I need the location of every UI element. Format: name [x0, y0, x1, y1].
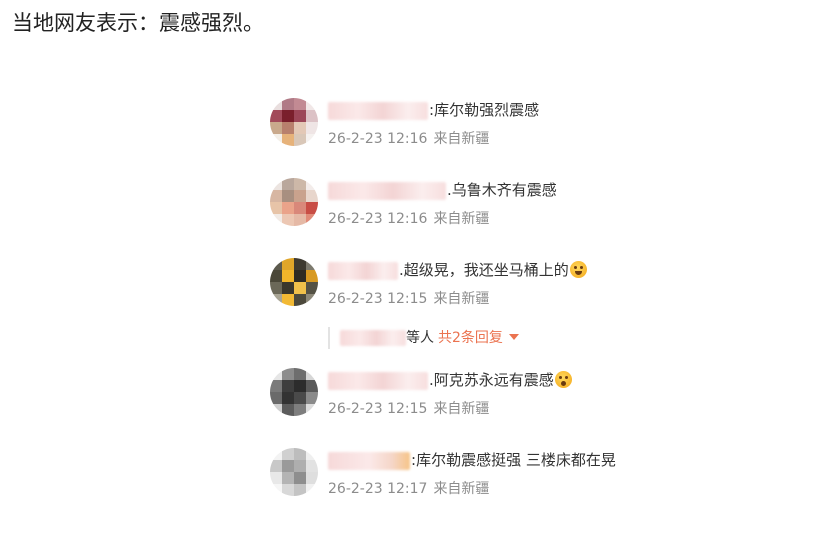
username[interactable] [328, 371, 428, 390]
avatar[interactable] [270, 368, 318, 416]
caret-down-icon[interactable] [508, 334, 519, 340]
username[interactable] [328, 451, 410, 470]
reply-username[interactable] [340, 330, 406, 346]
comment-text: 库尔勒震感挺强 三楼床都在晃 [416, 451, 616, 469]
comment-item: .阿克苏永远有震感 26-2-23 12:15 来自新疆 [270, 365, 830, 445]
comment-time: 26-2-23 12:15 [328, 401, 428, 417]
comment-location: 来自新疆 [433, 481, 490, 497]
avatar[interactable] [270, 98, 318, 146]
avatar[interactable] [270, 448, 318, 496]
article-text: 当地网友表示：震感强烈。 [12, 11, 264, 35]
comment-text: 阿克苏永远有震感 [433, 371, 554, 389]
reply-summary[interactable]: 等人 共2条回复 [328, 327, 519, 349]
comment-time: 26-2-23 12:15 [328, 291, 428, 307]
comment-item: :库尔勒震感挺强 三楼床都在晃 26-2-23 12:17 来自新疆 [270, 445, 830, 525]
username[interactable] [328, 261, 398, 280]
laughing-tears-emoji [569, 261, 587, 278]
comment-item: .乌鲁木齐有震感 26-2-23 12:16 来自新疆 [270, 175, 830, 255]
comment-text: 超级晃，我还坐马桶上的 [403, 261, 569, 279]
comment-time: 26-2-23 12:16 [328, 211, 428, 227]
comment-location: 来自新疆 [433, 211, 490, 227]
comment-time: 26-2-23 12:17 [328, 481, 428, 497]
avatar[interactable] [270, 258, 318, 306]
username[interactable] [328, 101, 428, 120]
comment-time: 26-2-23 12:16 [328, 131, 428, 147]
comment-list: :库尔勒强烈震感 26-2-23 12:16 来自新疆 .乌鲁木齐有震感 26-2… [270, 95, 830, 525]
shocked-face-emoji [554, 371, 572, 388]
comment-location: 来自新疆 [433, 401, 490, 417]
comment-item: :库尔勒强烈震感 26-2-23 12:16 来自新疆 [270, 95, 830, 175]
reply-suffix: 等人 [406, 330, 434, 346]
more-replies-link[interactable]: 共2条回复 [438, 330, 503, 346]
comment-text: 乌鲁木齐有震感 [451, 181, 557, 199]
comment-location: 来自新疆 [433, 291, 490, 307]
comment-text: 库尔勒强烈震感 [434, 101, 540, 119]
comment-location: 来自新疆 [433, 131, 490, 147]
username[interactable] [328, 181, 446, 200]
avatar[interactable] [270, 178, 318, 226]
comment-item: .超级晃，我还坐马桶上的 26-2-23 12:15 来自新疆 等人 共2条回复 [270, 255, 830, 365]
